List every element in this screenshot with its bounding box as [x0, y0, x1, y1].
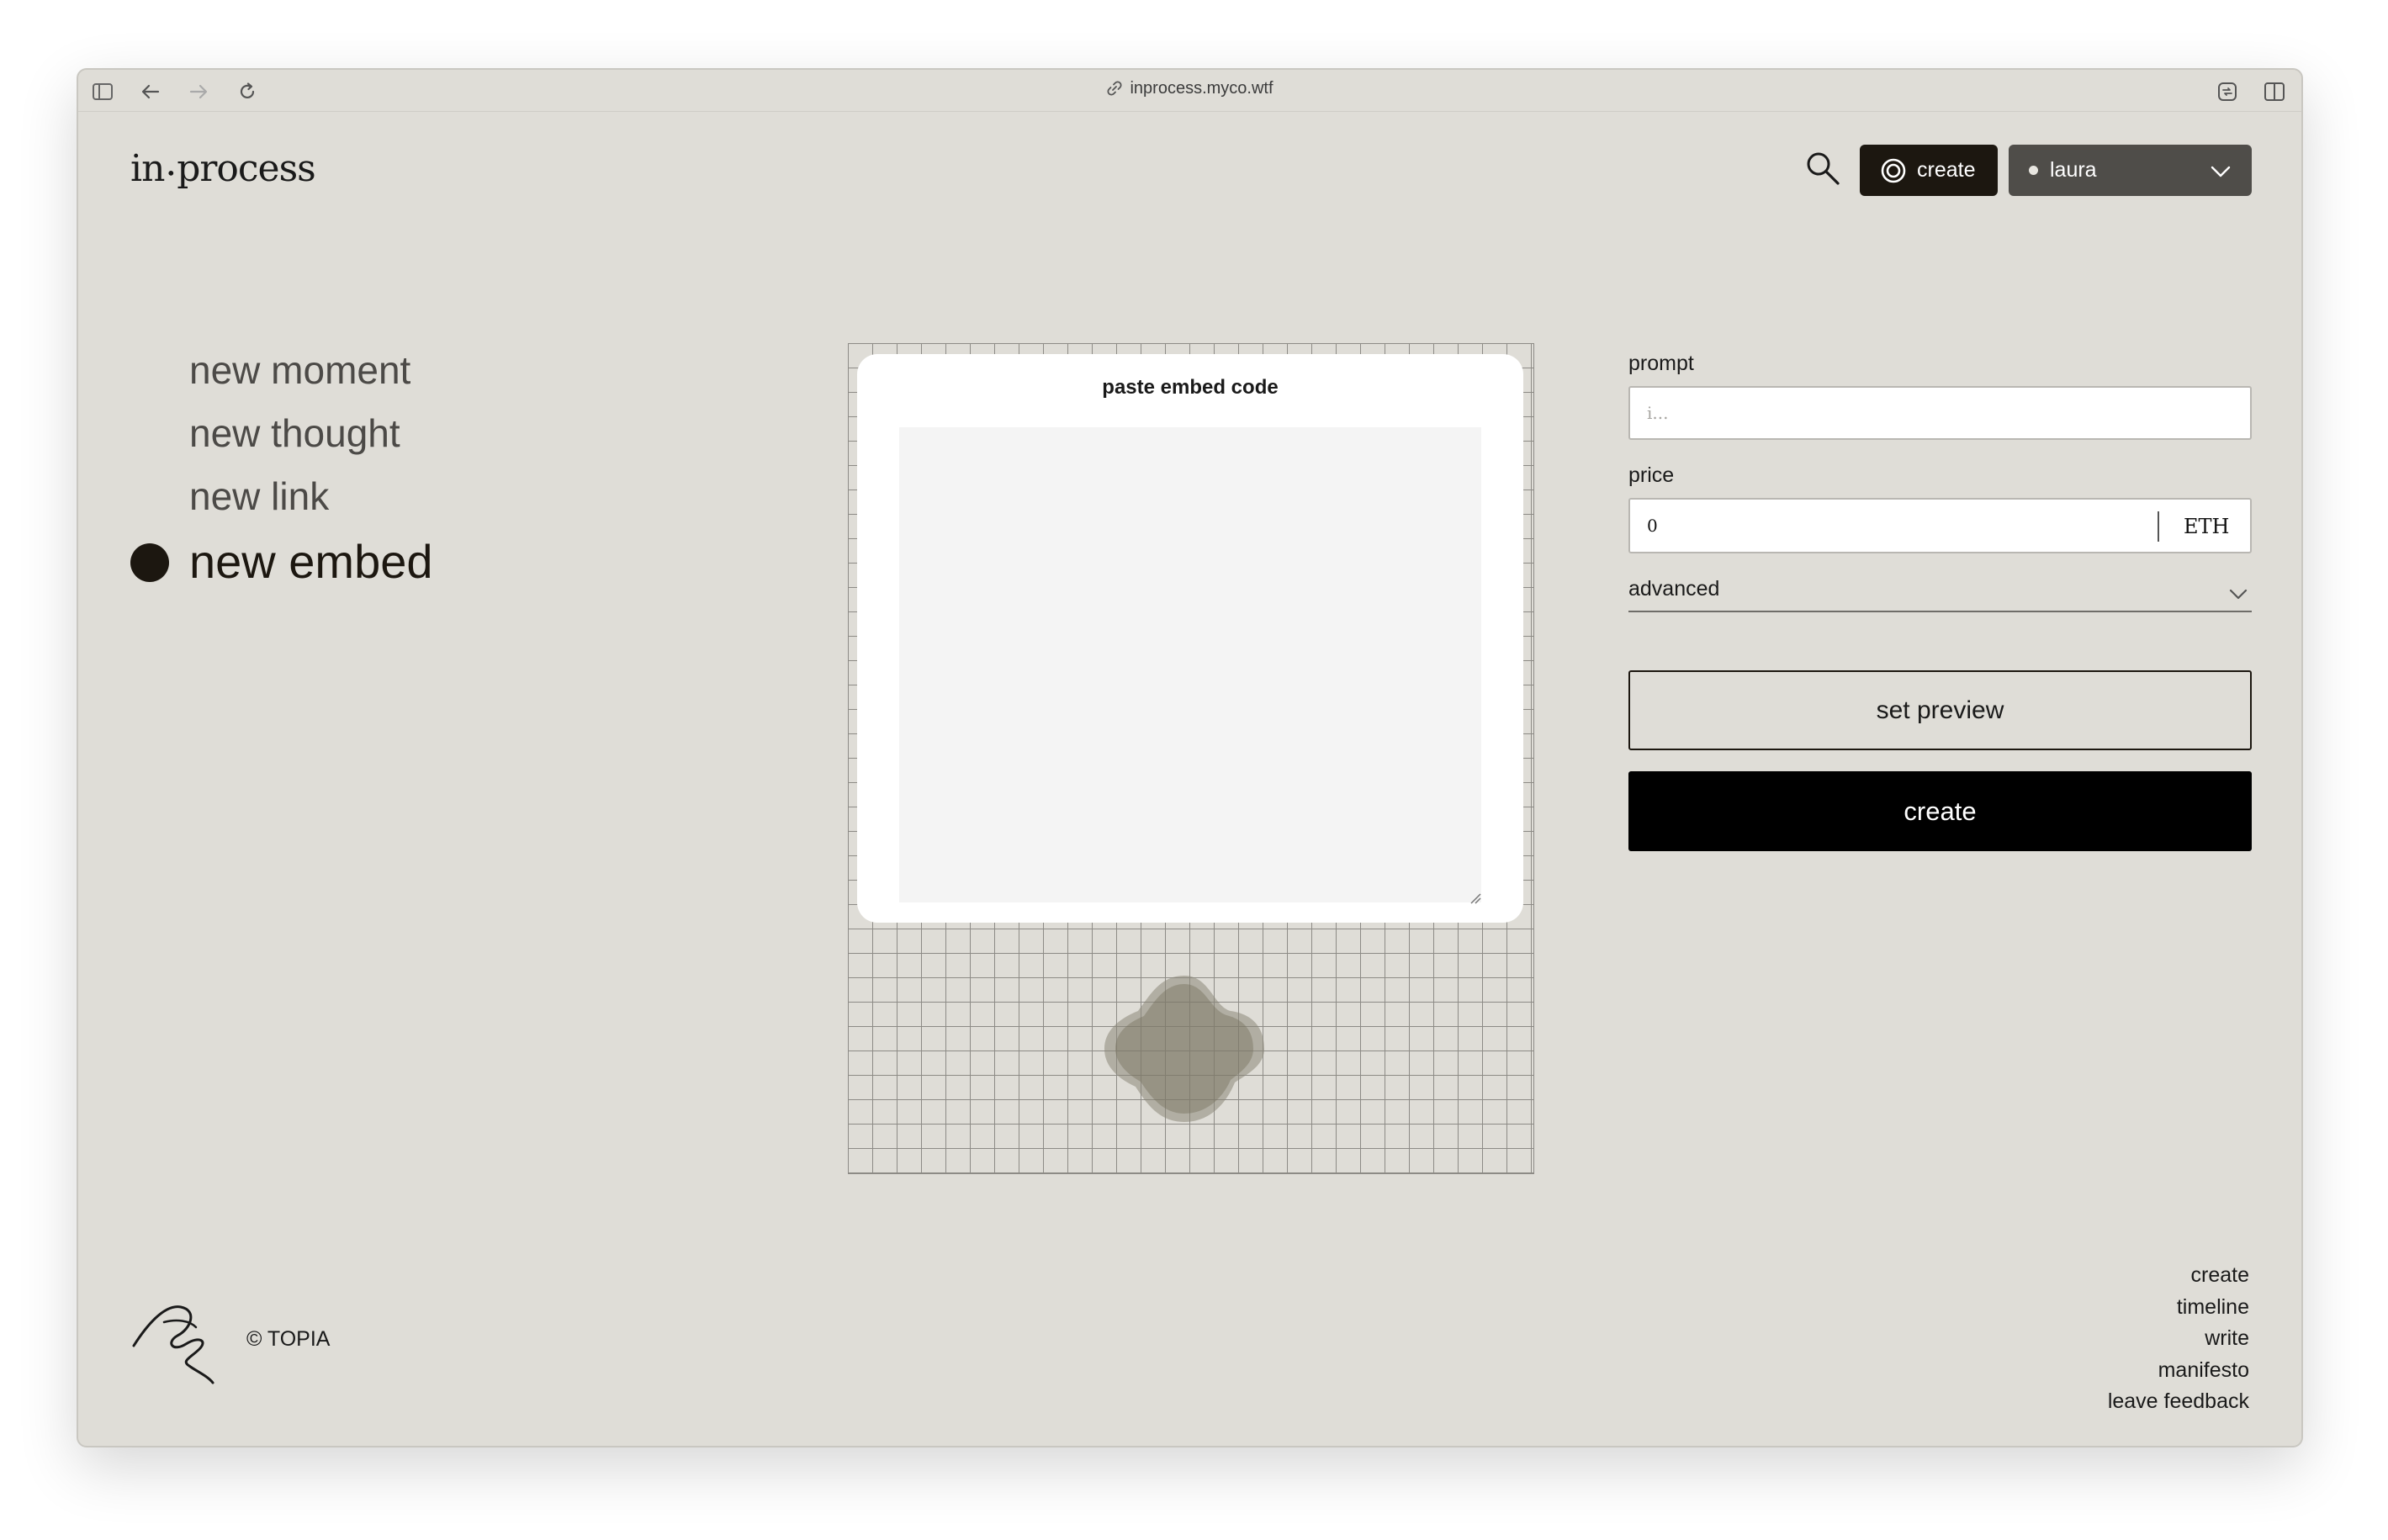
browser-toolbar: inprocess.myco.wtf	[78, 70, 2301, 112]
menu-item-label: new embed	[189, 535, 433, 588]
signature-logo[interactable]	[130, 1294, 223, 1386]
chevron-down-icon	[2211, 166, 2231, 177]
extension-icon[interactable]	[2216, 81, 2238, 103]
prompt-input[interactable]	[1628, 386, 2252, 440]
price-separator	[2158, 511, 2159, 542]
active-bullet-icon	[130, 543, 169, 582]
logo-text-left: in	[130, 147, 165, 190]
menu-item-label: new link	[189, 474, 330, 518]
create-label: create	[1904, 796, 1977, 826]
url-text: inprocess.myco.wtf	[1130, 79, 1273, 98]
footer-nav: create timeline write manifesto leave fe…	[2108, 1260, 2249, 1418]
menu-item-label: new thought	[189, 411, 400, 455]
prompt-label: prompt	[1628, 352, 1694, 375]
footer-link-timeline[interactable]: timeline	[2108, 1292, 2249, 1324]
site-logo[interactable]: in •process	[130, 147, 316, 190]
create-ring-icon	[1881, 158, 1906, 183]
footer-link-leave-feedback[interactable]: leave feedback	[2108, 1386, 2249, 1418]
price-currency: ETH	[2184, 515, 2230, 538]
create-button[interactable]: create	[1628, 771, 2252, 851]
set-preview-label: set preview	[1876, 696, 2004, 724]
logo-text-right: process	[177, 147, 316, 190]
search-button[interactable]	[1804, 150, 1841, 187]
footer-link-write[interactable]: write	[2108, 1323, 2249, 1355]
menu-item-new-moment[interactable]: new moment	[130, 339, 433, 402]
embed-code-textarea[interactable]	[899, 427, 1481, 902]
footer-link-manifesto[interactable]: manifesto	[2108, 1355, 2249, 1387]
menu-item-new-link[interactable]: new link	[130, 465, 433, 528]
price-value: 0	[1647, 516, 1658, 536]
embed-card: paste embed code	[857, 354, 1523, 923]
split-view-icon[interactable]	[2264, 81, 2285, 103]
user-status-dot	[2029, 166, 2038, 175]
resize-handle-icon[interactable]	[1469, 892, 1481, 904]
embed-title: paste embed code	[1102, 376, 1279, 399]
footer-link-create[interactable]: create	[2108, 1260, 2249, 1292]
price-input[interactable]: 0 ETH	[1628, 498, 2252, 553]
user-menu-button[interactable]: laura	[2009, 145, 2252, 196]
logo-dot: •	[166, 163, 176, 183]
header-create-label: create	[1917, 158, 1976, 182]
set-preview-button[interactable]: set preview	[1628, 670, 2252, 750]
search-icon	[1807, 152, 1840, 185]
address-bar[interactable]: inprocess.myco.wtf	[78, 79, 2301, 98]
create-type-menu: new moment new thought new link new embe…	[130, 339, 433, 595]
blob-icon	[1104, 976, 1264, 1122]
chevron-down-icon	[2229, 589, 2248, 600]
copyright-text: © TOPIA	[246, 1327, 331, 1351]
link-icon	[1106, 80, 1123, 97]
header-create-button[interactable]: create	[1860, 145, 1998, 196]
user-name: laura	[2050, 158, 2097, 182]
menu-item-label: new moment	[189, 348, 411, 392]
advanced-label: advanced	[1628, 577, 1720, 601]
advanced-toggle[interactable]: advanced	[1628, 577, 2252, 612]
browser-window: inprocess.myco.wtf in •process create lau…	[77, 68, 2303, 1447]
price-label: price	[1628, 463, 1675, 487]
menu-item-new-embed[interactable]: new embed	[130, 528, 433, 595]
menu-item-new-thought[interactable]: new thought	[130, 402, 433, 465]
